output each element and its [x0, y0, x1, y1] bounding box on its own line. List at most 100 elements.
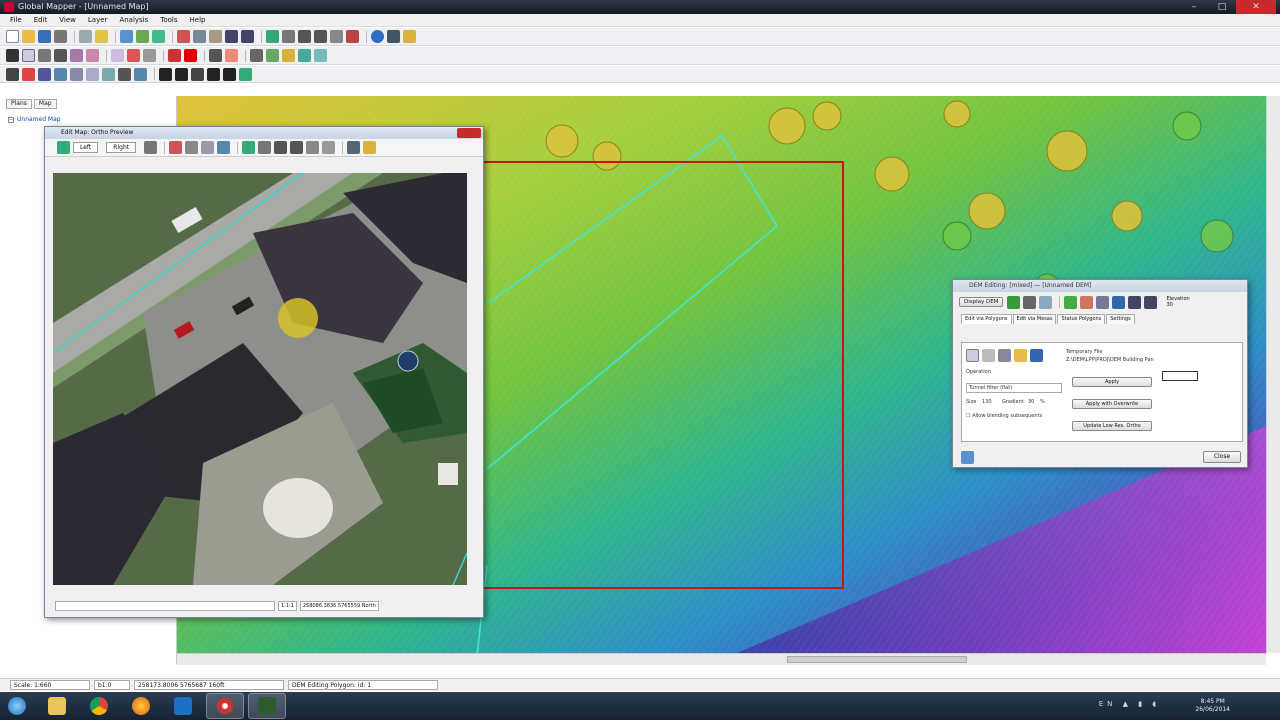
tab-plans[interactable]: Plans — [6, 99, 32, 109]
new-icon[interactable] — [6, 30, 19, 43]
terrain-icon[interactable] — [136, 30, 149, 43]
cut-icon[interactable] — [169, 141, 183, 154]
help-icon[interactable] — [961, 451, 974, 464]
display-dem-button[interactable]: Display DEM — [959, 297, 1004, 307]
open-icon[interactable] — [22, 30, 35, 43]
layer-icon[interactable] — [347, 141, 361, 154]
taskbar-recorder[interactable] — [206, 693, 244, 719]
split-icon[interactable] — [250, 49, 263, 62]
redo-icon[interactable] — [241, 30, 254, 43]
apply-overwrite-button[interactable]: Apply with Overwrite — [1072, 399, 1152, 409]
paint-icon[interactable] — [1080, 295, 1094, 309]
line-icon[interactable] — [1023, 295, 1037, 309]
polygon-icon[interactable] — [185, 141, 199, 154]
polygon-icon[interactable] — [38, 49, 51, 62]
redo-icon[interactable] — [1144, 295, 1158, 309]
scroll-thumb[interactable] — [787, 656, 967, 663]
menu-file[interactable]: File — [4, 14, 28, 26]
shader-icon[interactable] — [152, 30, 165, 43]
view-left-dropdown[interactable]: Left — [73, 142, 99, 153]
taskbar-media[interactable] — [164, 693, 202, 719]
contour-icon[interactable] — [86, 67, 99, 81]
first-frame-icon[interactable] — [159, 67, 172, 81]
zoom-box-icon[interactable] — [258, 141, 272, 154]
zoom-in-icon[interactable] — [298, 30, 311, 43]
pan-icon[interactable] — [306, 141, 320, 154]
record-icon[interactable] — [239, 67, 252, 81]
play-icon[interactable] — [207, 67, 220, 81]
last-frame-icon[interactable] — [223, 67, 236, 81]
merge-icon[interactable] — [266, 49, 279, 62]
layer-icon[interactable] — [95, 30, 108, 43]
save-icon[interactable] — [38, 30, 51, 43]
watershed-icon[interactable] — [102, 67, 115, 81]
polygon-tool-icon[interactable] — [966, 349, 979, 362]
zoom-out-icon[interactable] — [290, 141, 304, 154]
view-shed-icon[interactable] — [70, 67, 83, 81]
tab-status-polygons[interactable]: Status Polygons — [1057, 314, 1106, 324]
layer-stack-icon[interactable] — [298, 49, 311, 62]
undo-icon[interactable] — [1128, 295, 1142, 309]
draw-icon[interactable] — [111, 49, 124, 62]
zoom-extent-icon[interactable] — [266, 30, 279, 43]
view-right-dropdown[interactable]: Right — [106, 142, 137, 153]
save-icon[interactable] — [1030, 349, 1043, 362]
layers-tool-icon[interactable] — [998, 349, 1011, 362]
close-button[interactable]: ✕ — [1236, 0, 1276, 14]
zoom-box-icon[interactable] — [282, 30, 295, 43]
ortho-image[interactable] — [53, 173, 467, 585]
zoom-out-icon[interactable] — [314, 30, 327, 43]
elevation-icon[interactable] — [38, 67, 51, 81]
copy-icon[interactable] — [193, 30, 206, 43]
attribute-icon[interactable] — [282, 49, 295, 62]
line-icon[interactable] — [143, 49, 156, 62]
ortho-close-button[interactable] — [457, 128, 481, 138]
brush-icon[interactable] — [217, 141, 231, 154]
tray-icons[interactable]: EN ▲ ▮ ◖ — [1099, 700, 1160, 708]
text-icon[interactable] — [54, 49, 67, 62]
tab-edit-mesas[interactable]: Edit via Mesas — [1012, 314, 1057, 324]
taskbar-explorer[interactable] — [38, 693, 76, 719]
menu-analysis[interactable]: Analysis — [113, 14, 154, 26]
sync-icon[interactable] — [144, 141, 158, 154]
menu-edit[interactable]: Edit — [28, 14, 54, 26]
grid-icon[interactable] — [1007, 295, 1021, 309]
color-fill-icon[interactable] — [184, 49, 197, 62]
shape-icon[interactable] — [86, 49, 99, 62]
config-icon[interactable] — [403, 30, 416, 43]
stack-icon[interactable] — [1096, 295, 1110, 309]
text-tool-icon[interactable] — [209, 49, 222, 62]
tree-root[interactable]: Unnamed Map — [17, 116, 61, 123]
undo-icon[interactable] — [225, 30, 238, 43]
size-value[interactable]: 130 — [982, 399, 992, 405]
measure-icon[interactable] — [346, 30, 359, 43]
dem-close-button[interactable]: Close — [1203, 451, 1241, 463]
menu-layer[interactable]: Layer — [82, 14, 114, 26]
label-icon[interactable] — [225, 49, 238, 62]
taskbar-firefox[interactable] — [122, 693, 160, 719]
lidar-icon[interactable] — [134, 67, 147, 81]
zoom-extent-icon[interactable] — [242, 141, 256, 154]
map-vertical-scrollbar[interactable] — [1266, 96, 1280, 653]
edit-line-icon[interactable] — [168, 49, 181, 62]
step-icon[interactable] — [191, 67, 204, 81]
menu-view[interactable]: View — [53, 14, 82, 26]
prev-frame-icon[interactable] — [175, 67, 188, 81]
fly-icon[interactable] — [118, 67, 131, 81]
select-arrow-icon[interactable] — [6, 49, 19, 62]
feature-info-icon[interactable] — [314, 49, 327, 62]
path-icon[interactable] — [70, 49, 83, 62]
check-icon[interactable] — [1064, 295, 1078, 309]
map-horizontal-scrollbar[interactable] — [177, 653, 1266, 665]
paste-icon[interactable] — [209, 30, 222, 43]
folder-icon[interactable] — [1014, 349, 1027, 362]
taskbar-chrome[interactable] — [80, 693, 118, 719]
menu-tools[interactable]: Tools — [154, 14, 183, 26]
cut-icon[interactable] — [177, 30, 190, 43]
blend-checkbox[interactable]: ☐ Allow blending subsequents — [966, 413, 1042, 419]
maximize-button[interactable]: □ — [1208, 0, 1236, 14]
taskbar-global-mapper[interactable] — [248, 693, 286, 719]
edit-feature-icon[interactable] — [22, 49, 35, 62]
update-ortho-button[interactable]: Update Low Res. Ortho — [1072, 421, 1152, 431]
menu-help[interactable]: Help — [184, 14, 212, 26]
